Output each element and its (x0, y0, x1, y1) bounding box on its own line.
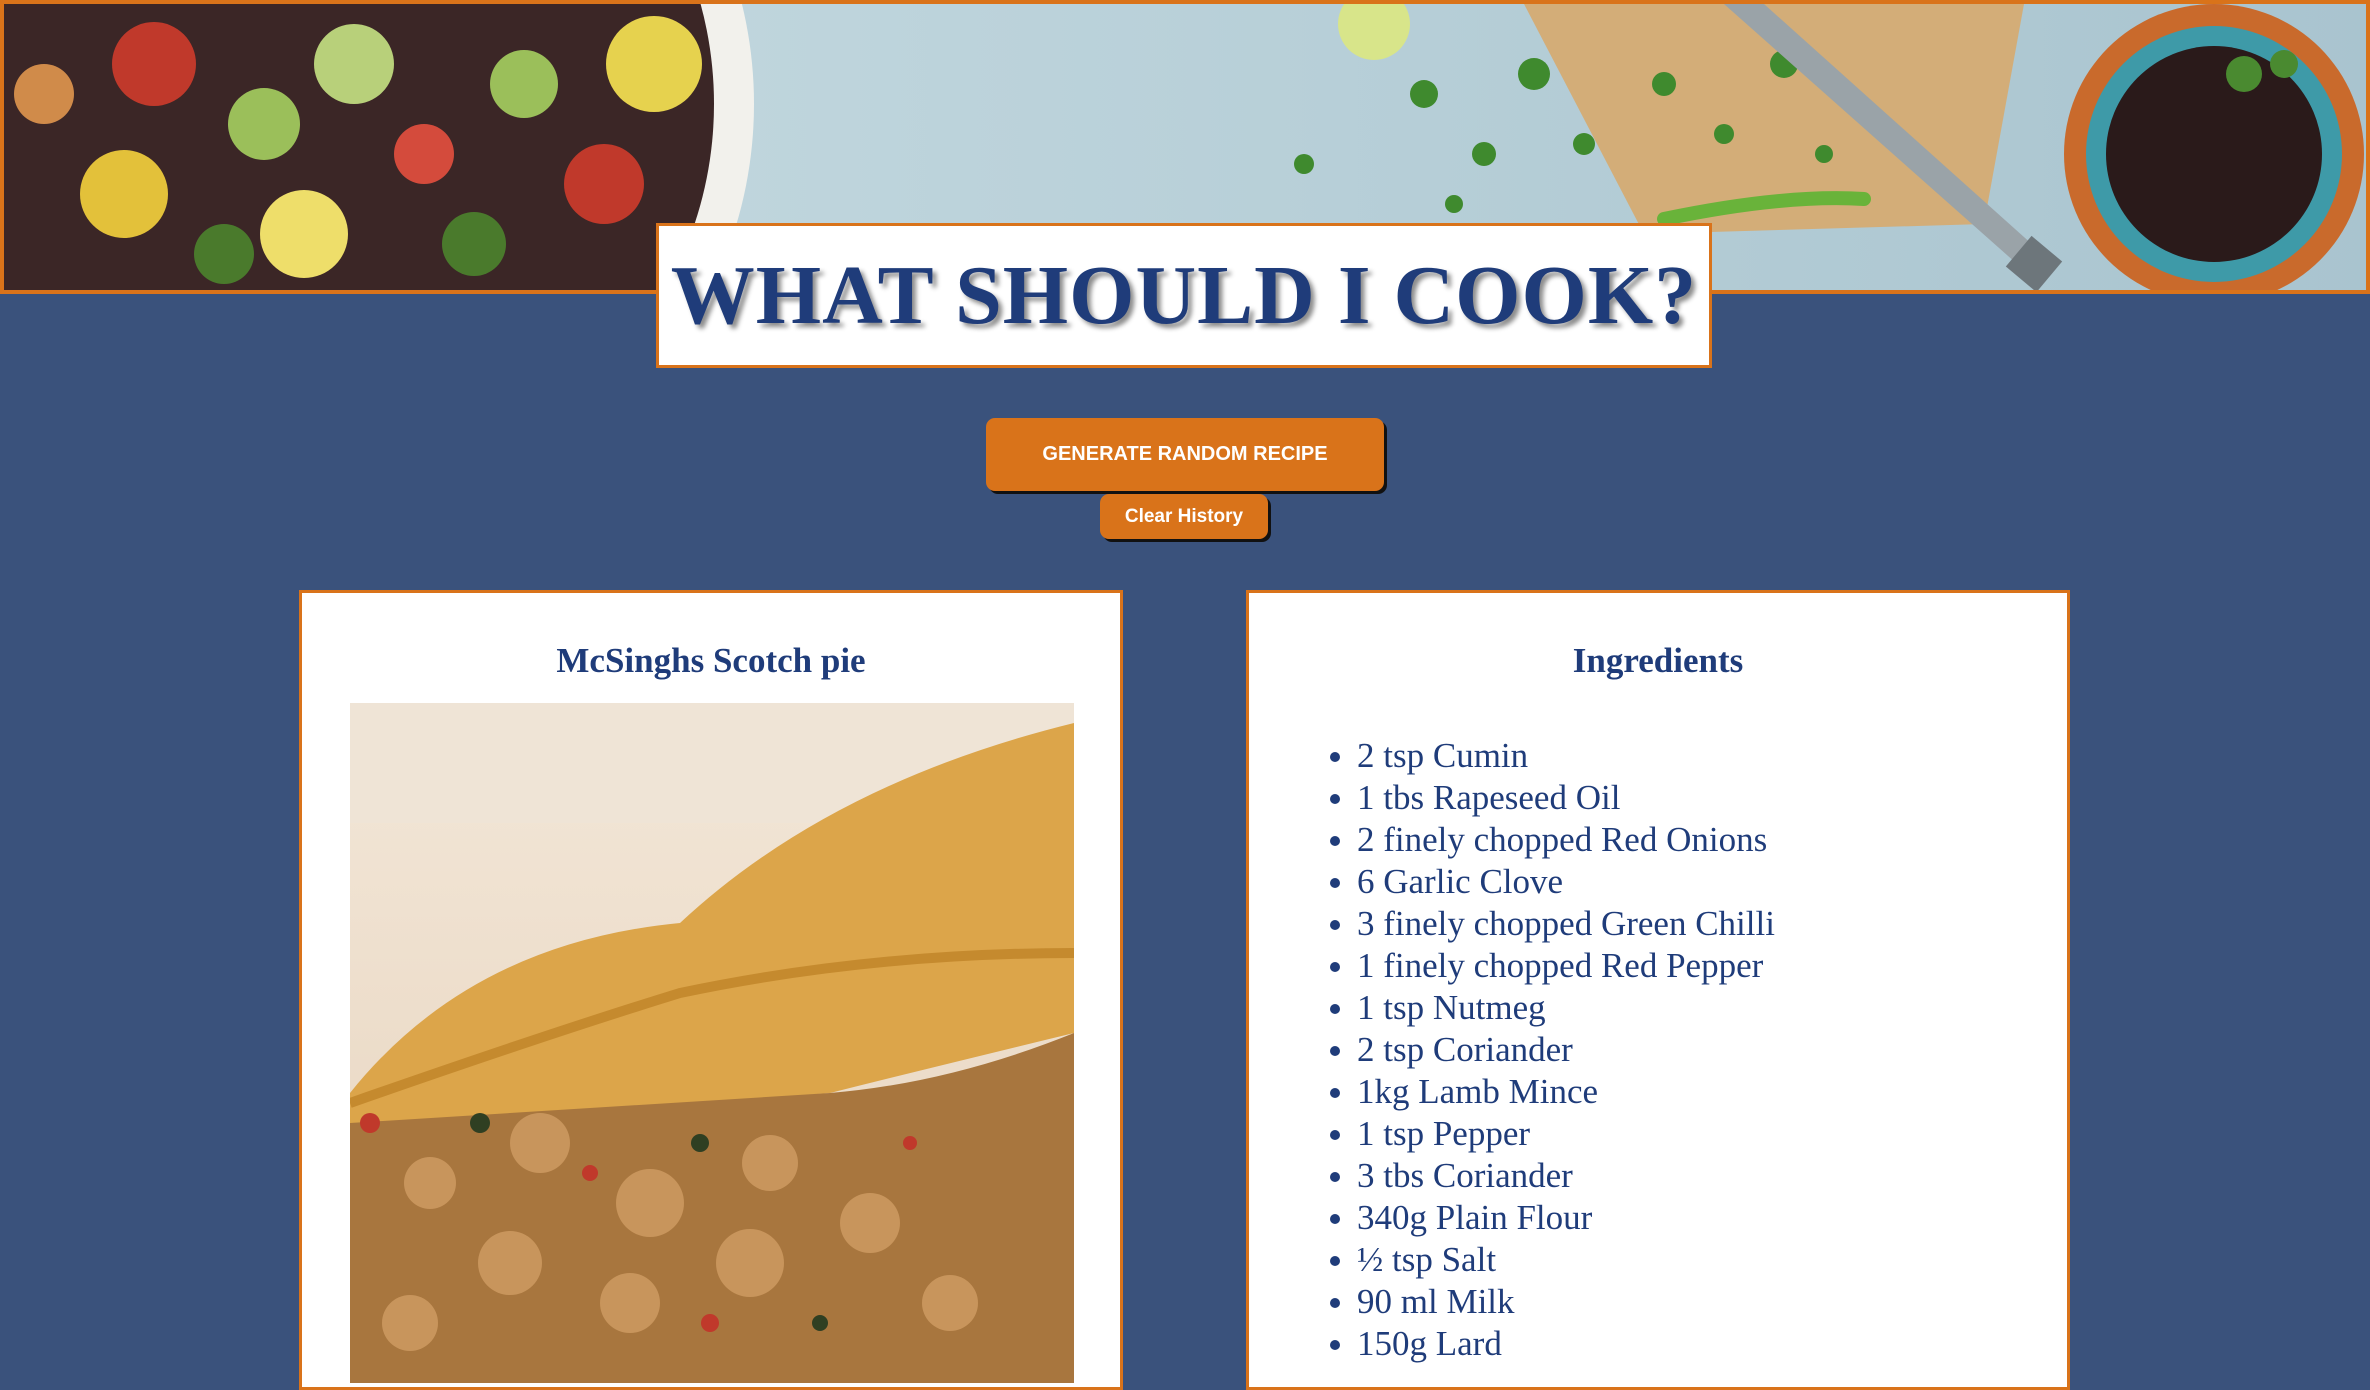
ingredient-item: 6 Garlic Clove (1357, 861, 1775, 903)
ingredient-item: 150g Lard (1357, 1323, 1775, 1365)
title-box: WHAT SHOULD I COOK? (656, 223, 1712, 368)
ingredient-item: 2 finely chopped Red Onions (1357, 819, 1775, 861)
ingredient-item: 2 tsp Cumin (1357, 735, 1775, 777)
ingredient-item: 90 ml Milk (1357, 1281, 1775, 1323)
ingredient-item: 1 tsp Nutmeg (1357, 987, 1775, 1029)
ingredient-item: 3 finely chopped Green Chilli (1357, 903, 1775, 945)
ingredient-item: 1 tbs Rapeseed Oil (1357, 777, 1775, 819)
ingredient-item: 1 finely chopped Red Pepper (1357, 945, 1775, 987)
ingredient-item: ½ tsp Salt (1357, 1239, 1775, 1281)
recipe-card: McSinghs Scotch pie (299, 590, 1123, 1390)
clear-history-button[interactable]: Clear History (1100, 494, 1268, 539)
ingredients-heading: Ingredients (1572, 641, 1744, 680)
ingredient-item: 340g Plain Flour (1357, 1197, 1775, 1239)
ingredients-list: 2 tsp Cumin 1 tbs Rapeseed Oil 2 finely … (1313, 735, 1775, 1365)
ingredient-item: 1kg Lamb Mince (1357, 1071, 1775, 1113)
recipe-image (350, 703, 1074, 1383)
ingredient-item: 2 tsp Coriander (1357, 1029, 1775, 1071)
page-title: WHAT SHOULD I COOK? (670, 249, 1698, 342)
recipe-title: McSinghs Scotch pie (556, 641, 866, 680)
ingredient-item: 1 tsp Pepper (1357, 1113, 1775, 1155)
ingredients-card: Ingredients 2 tsp Cumin 1 tbs Rapeseed O… (1246, 590, 2070, 1390)
generate-random-recipe-button[interactable]: GENERATE RANDOM RECIPE (986, 418, 1384, 491)
ingredient-item: 3 tbs Coriander (1357, 1155, 1775, 1197)
